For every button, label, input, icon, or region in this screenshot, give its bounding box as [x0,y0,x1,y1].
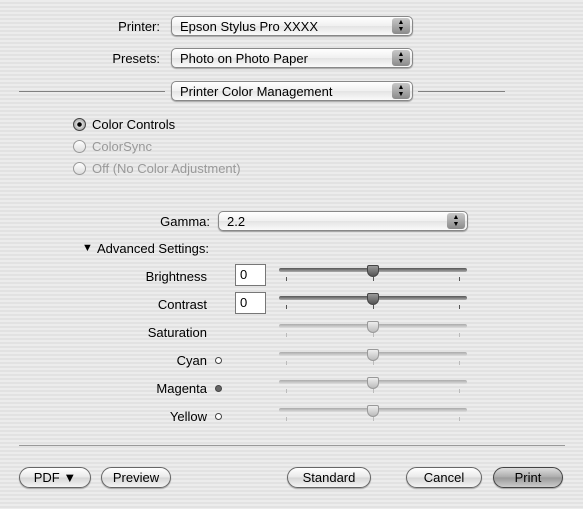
slider-tick [286,417,287,421]
gamma-value: 2.2 [227,214,246,229]
slider-tick [286,333,287,337]
preview-button[interactable]: Preview [101,467,171,488]
presets-popup[interactable]: Photo on Photo Paper ▲ ▼ [171,48,413,68]
gamma-label: Gamma: [160,214,210,229]
slider-tick [373,389,374,393]
saturation-label: Saturation [147,325,207,340]
updown-arrows-icon: ▲ ▼ [392,18,410,34]
slider-thumb[interactable] [366,405,379,417]
slider-thumb[interactable] [366,321,379,333]
updown-arrows-icon: ▲ ▼ [447,213,465,229]
print-button[interactable]: Print [493,467,563,488]
radio-colorsync[interactable] [73,140,86,153]
cyan-color-dot [215,357,222,364]
divider [19,91,165,92]
magenta-slider[interactable] [279,377,467,397]
yellow-slider[interactable] [279,405,467,425]
printer-value: Epson Stylus Pro XXXX [180,19,319,34]
slider-tick [286,305,287,309]
slider-tick [459,305,460,309]
printer-popup[interactable]: Epson Stylus Pro XXXX ▲ ▼ [171,16,413,36]
divider [418,91,505,92]
standard-button[interactable]: Standard [287,467,371,488]
slider-tick [373,277,374,281]
panel-value: Printer Color Management [180,84,333,99]
cyan-label: Cyan [176,353,207,368]
slider-tick [286,389,287,393]
slider-tick [373,333,374,337]
magenta-color-dot [215,385,222,392]
printer-label: Printer: [118,19,160,34]
radio-label: Off (No Color Adjustment) [92,161,241,176]
divider [19,445,565,446]
slider-thumb[interactable] [366,265,379,277]
radio-label: ColorSync [92,139,152,154]
yellow-label: Yellow [169,409,207,424]
slider-tick [459,361,460,365]
slider-tick [286,277,287,281]
contrast-slider[interactable] [279,293,467,313]
brightness-slider[interactable] [279,265,467,285]
contrast-label: Contrast [157,297,207,312]
brightness-label: Brightness [145,269,207,284]
magenta-label: Magenta [156,381,207,396]
yellow-color-dot [215,413,222,420]
slider-tick [459,417,460,421]
slider-tick [373,305,374,309]
disclosure-triangle-icon[interactable]: ▼ [82,242,93,254]
slider-tick [459,389,460,393]
cancel-button[interactable]: Cancel [406,467,482,488]
saturation-slider[interactable] [279,321,467,341]
pdf-button[interactable]: PDF ▼ [19,467,91,488]
slider-tick [373,417,374,421]
radio-off[interactable] [73,162,86,175]
slider-tick [286,361,287,365]
slider-thumb[interactable] [366,293,379,305]
slider-tick [459,277,460,281]
slider-thumb[interactable] [366,349,379,361]
radio-label: Color Controls [92,117,176,132]
presets-value: Photo on Photo Paper [180,51,308,66]
slider-tick [373,361,374,365]
radio-color-controls[interactable] [73,118,86,131]
updown-arrows-icon: ▲ ▼ [392,83,410,99]
gamma-popup[interactable]: 2.2 ▲ ▼ [218,211,468,231]
updown-arrows-icon: ▲ ▼ [392,50,410,66]
presets-label: Presets: [112,51,160,66]
contrast-input[interactable]: 0 [235,292,266,314]
panel-popup[interactable]: Printer Color Management ▲ ▼ [171,81,413,101]
brightness-input[interactable]: 0 [235,264,266,286]
slider-tick [459,333,460,337]
slider-thumb[interactable] [366,377,379,389]
advanced-settings-label: Advanced Settings: [97,241,210,256]
print-dialog: Printer: Epson Stylus Pro XXXX ▲ ▼ Preset… [0,0,583,509]
cyan-slider[interactable] [279,349,467,369]
